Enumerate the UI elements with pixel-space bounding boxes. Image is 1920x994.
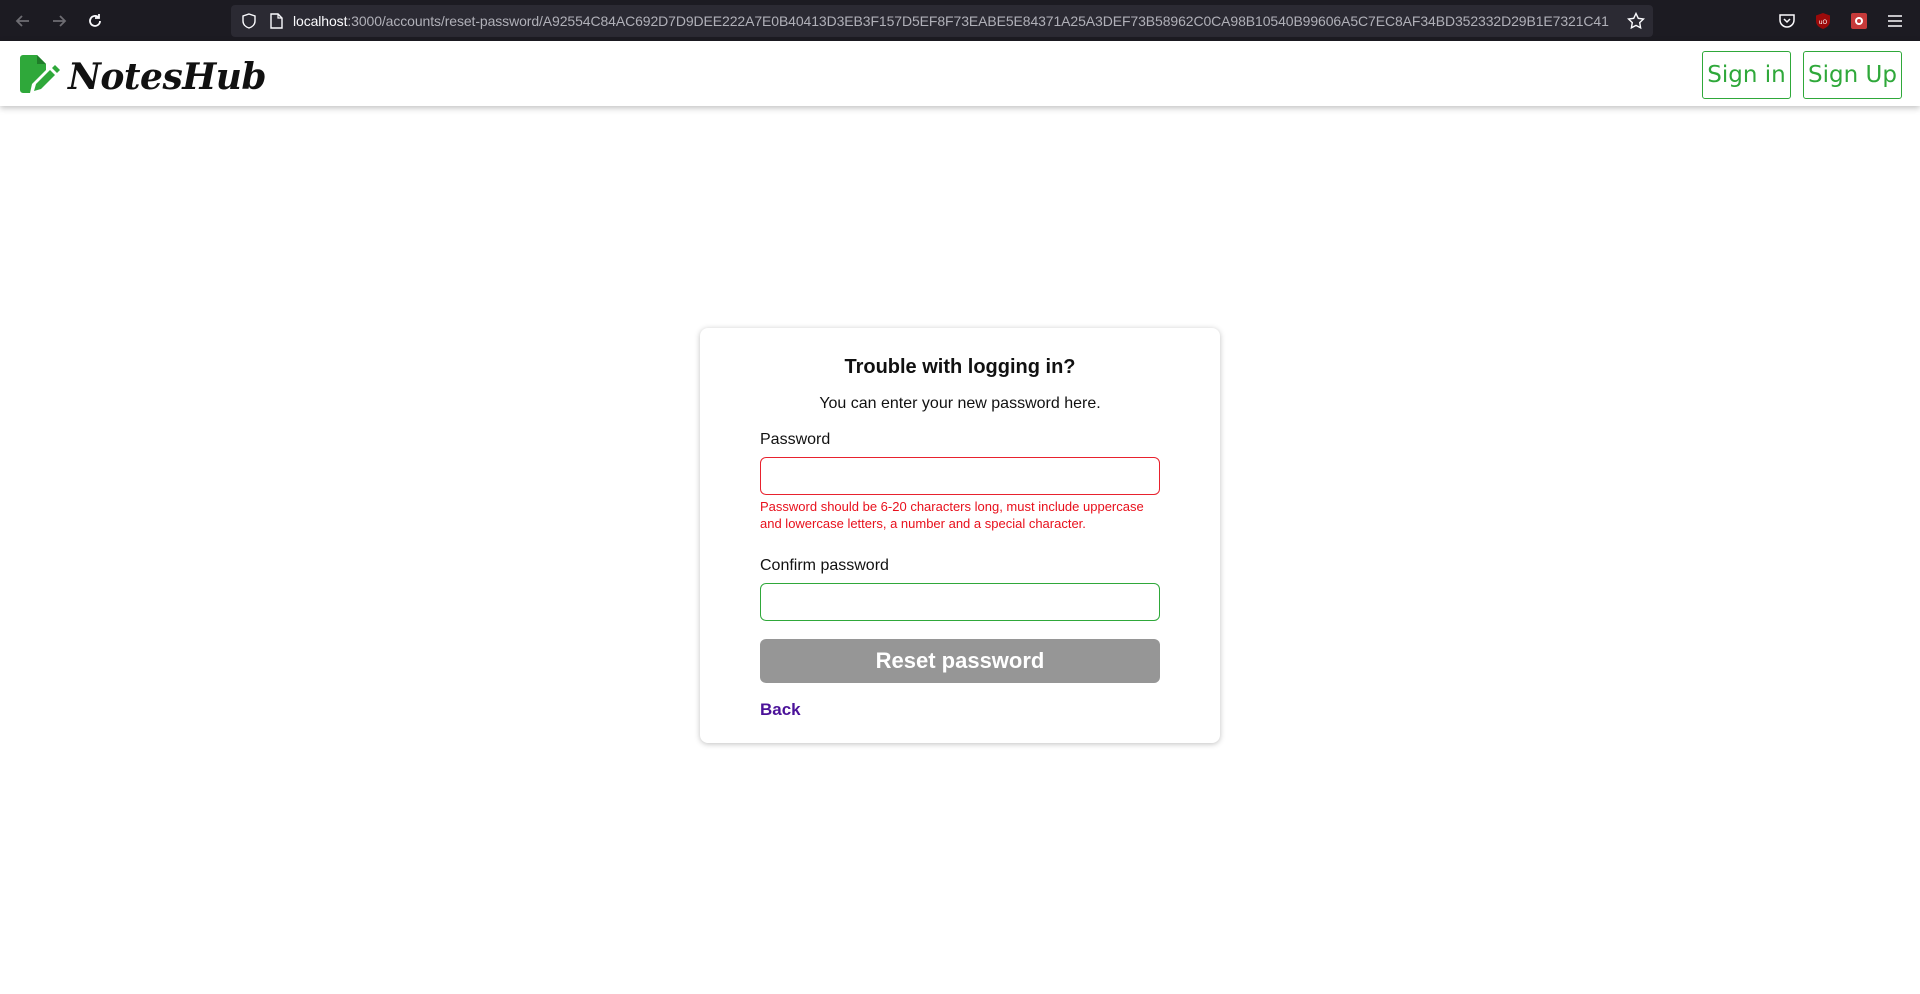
url-bar[interactable]: localhost:3000/accounts/reset-password/A… — [231, 5, 1653, 37]
password-field[interactable] — [760, 457, 1160, 495]
reset-password-button[interactable]: Reset password — [760, 639, 1160, 683]
page-icon[interactable] — [269, 13, 283, 29]
password-label: Password — [760, 431, 831, 448]
confirm-password-label: Confirm password — [760, 557, 889, 574]
back-icon[interactable] — [11, 9, 35, 33]
forward-icon[interactable] — [47, 9, 71, 33]
browser-toolbar: localhost:3000/accounts/reset-password/A… — [0, 0, 1920, 41]
logo[interactable]: NotesHub — [18, 55, 267, 98]
sign-in-button[interactable]: Sign in — [1702, 51, 1791, 99]
shield-icon[interactable] — [241, 13, 257, 29]
url-path: :3000/accounts/reset-password/A92554C84A… — [347, 13, 1609, 29]
extension-icon[interactable] — [1850, 12, 1868, 30]
card-subtitle: You can enter your new password here. — [819, 395, 1101, 412]
app-header: NotesHub Sign in Sign Up — [0, 41, 1920, 106]
reset-password-card: Trouble with logging in? You can enter y… — [700, 328, 1220, 743]
menu-icon[interactable] — [1886, 12, 1904, 30]
logo-text: NotesHub — [68, 55, 267, 98]
note-edit-icon — [18, 55, 60, 98]
sign-up-button[interactable]: Sign Up — [1803, 51, 1902, 99]
back-link[interactable]: Back — [760, 700, 801, 720]
svg-text:uO: uO — [1819, 19, 1828, 26]
password-error-message: Password should be 6-20 characters long,… — [760, 499, 1144, 531]
url-text[interactable]: localhost:3000/accounts/reset-password/A… — [293, 13, 1609, 29]
confirm-password-field[interactable] — [760, 583, 1160, 621]
reload-icon[interactable] — [83, 9, 107, 33]
url-host: localhost — [293, 13, 348, 29]
bookmark-star-icon[interactable] — [1627, 12, 1645, 30]
card-title: Trouble with logging in? — [844, 356, 1076, 378]
ublock-icon[interactable]: uO — [1814, 12, 1832, 30]
pocket-icon[interactable] — [1778, 12, 1796, 30]
